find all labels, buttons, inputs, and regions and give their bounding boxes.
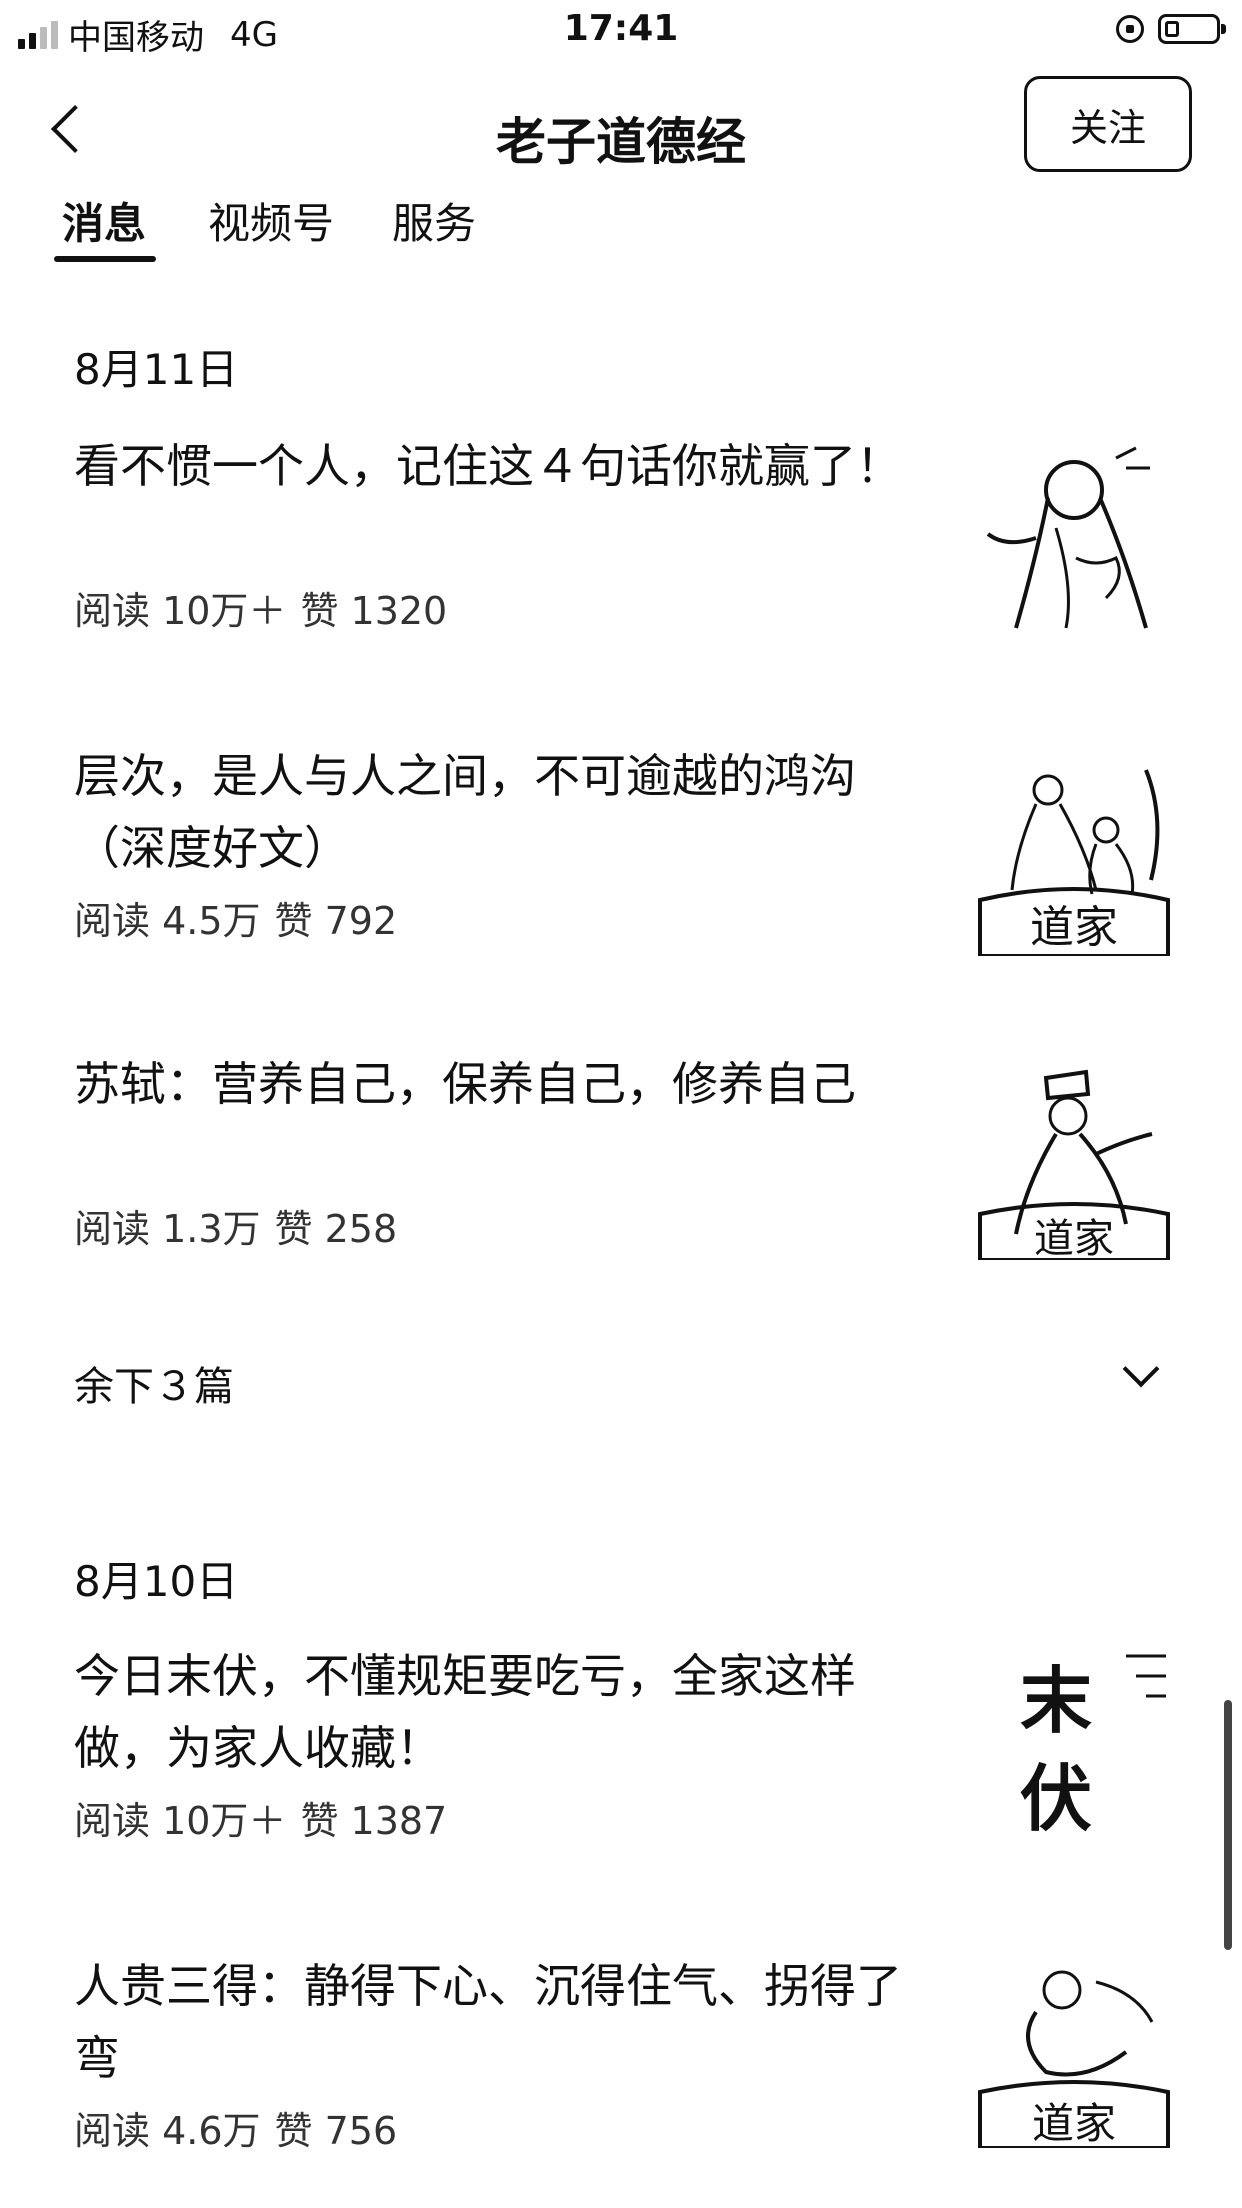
article-title[interactable]: 苏轼：营养自己，保养自己，修养自己 (74, 1048, 904, 1120)
like-count: 赞 792 (274, 899, 398, 943)
thumb-stamp-text: 道家 (1034, 1216, 1114, 1260)
article-meta: 阅读 10万＋ 赞 1387 (74, 1790, 447, 1845)
rotation-lock-icon (1116, 15, 1144, 43)
follow-button[interactable]: 关注 (1024, 76, 1192, 172)
read-count: 阅读 1.3万 (74, 1207, 261, 1251)
thumb-char-1: 末 (1020, 1658, 1092, 1743)
article-item[interactable]: 层次，是人与人之间，不可逾越的鸿沟（深度好文） 阅读 4.5万赞 792 道家 (0, 740, 1242, 980)
more-articles-label[interactable]: 余下３篇 (74, 1354, 234, 1412)
read-count: 阅读 10万＋ (74, 589, 287, 633)
active-tab-indicator (54, 256, 156, 262)
thumb-char-2: 伏 (1020, 1756, 1092, 1841)
article-thumbnail[interactable]: 道家 (976, 1064, 1172, 1260)
chevron-down-icon[interactable] (1120, 1356, 1160, 1396)
read-count: 阅读 4.5万 (74, 899, 261, 943)
tab-channels[interactable]: 视频号 (208, 190, 334, 251)
article-title[interactable]: 看不惯一个人，记住这４句话你就赢了！ (74, 430, 904, 502)
tab-messages[interactable]: 消息 (62, 190, 146, 251)
article-meta: 阅读 4.5万赞 792 (74, 890, 397, 945)
status-bar: 中国移动 4G 17:41 (0, 0, 1242, 60)
article-item[interactable]: 看不惯一个人，记住这４句话你就赢了！ 阅读 10万＋ 赞 1320 (0, 430, 1242, 670)
scrollbar[interactable] (1224, 1700, 1232, 1950)
like-count: 赞 258 (274, 1207, 398, 1251)
read-count: 阅读 4.6万 (74, 2109, 261, 2153)
article-meta: 阅读 4.6万赞 756 (74, 2100, 397, 2155)
article-thumbnail[interactable]: 末 伏 (976, 1646, 1172, 1842)
article-thumbnail[interactable]: 道家 (976, 760, 1172, 956)
like-count: 赞 1320 (300, 589, 448, 633)
article-meta: 阅读 1.3万赞 258 (74, 1198, 397, 1253)
date-header: 8月10日 (74, 1557, 239, 1606)
status-time: 17:41 (563, 8, 679, 49)
like-count: 赞 1387 (300, 1799, 448, 1843)
battery-icon (1158, 14, 1226, 44)
article-title[interactable]: 层次，是人与人之间，不可逾越的鸿沟（深度好文） (74, 740, 904, 884)
article-thumbnail[interactable]: 道家 (976, 1952, 1172, 2148)
thumb-stamp-text: 道家 (1032, 2099, 1116, 2148)
article-item[interactable]: 苏轼：营养自己，保养自己，修养自己 阅读 1.3万赞 258 道家 (0, 1048, 1242, 1288)
article-title[interactable]: 人贵三得：静得下心、沉得住气、拐得了弯 (74, 1950, 904, 2094)
status-right (1116, 14, 1226, 44)
tab-services[interactable]: 服务 (392, 190, 476, 251)
article-title[interactable]: 今日末伏，不懂规矩要吃亏，全家这样做，为家人收藏！ (74, 1640, 904, 1784)
like-count: 赞 756 (274, 2109, 398, 2153)
date-header: 8月11日 (74, 345, 239, 394)
article-item[interactable]: 人贵三得：静得下心、沉得住气、拐得了弯 阅读 4.6万赞 756 道家 (0, 1950, 1242, 2190)
article-item[interactable]: 今日末伏，不懂规矩要吃亏，全家这样做，为家人收藏！ 阅读 10万＋赞 1387 … (0, 1640, 1242, 1880)
nav-bar: 老子道德经 关注 (0, 70, 1242, 190)
tab-bar: 消息 视频号 服务 (0, 190, 1242, 270)
read-count: 阅读 10万＋ (74, 1799, 287, 1843)
thumb-stamp-text: 道家 (1030, 902, 1118, 953)
more-articles-row[interactable]: 余下３篇 (0, 1348, 1242, 1428)
article-meta: 阅读 10万＋ 赞 1320 (74, 580, 447, 635)
article-thumbnail[interactable] (976, 438, 1172, 634)
